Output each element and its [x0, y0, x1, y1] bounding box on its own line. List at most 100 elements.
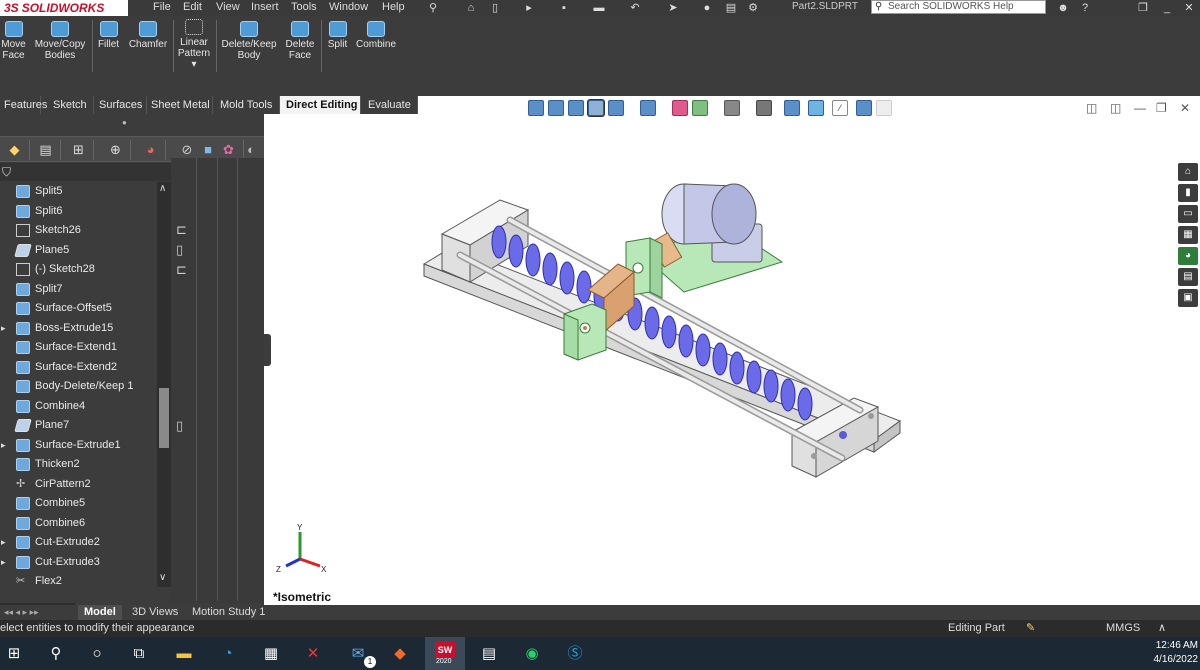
help-search-input[interactable]: ⚲ Search SOLIDWORKS Help — [871, 0, 1046, 14]
tab-model[interactable]: Model — [78, 605, 122, 620]
units-chevron-icon[interactable]: ∧ — [1158, 620, 1166, 637]
tree-filter[interactable]: ⛉ — [0, 163, 171, 181]
cortana-icon[interactable]: ○ — [87, 644, 107, 664]
taskbar-clock[interactable]: 12:46 AM 4/16/2022 — [1148, 639, 1199, 667]
expand-arrow-icon[interactable]: ▸ — [1, 553, 6, 573]
solidworks-taskbar-button[interactable]: SW 2020 — [425, 637, 465, 670]
tree-item[interactable]: Body-Delete/Keep 1 — [0, 377, 157, 397]
new-document-icon[interactable]: ▯ — [488, 1, 502, 15]
panel-grip-icon[interactable]: ● — [122, 118, 127, 127]
tree-item[interactable]: Split6 — [0, 202, 157, 222]
save-icon[interactable]: ▪ — [557, 1, 571, 15]
menu-help[interactable]: Help — [382, 0, 405, 16]
property-manager-tab-icon[interactable]: ▤ — [31, 140, 61, 160]
scene-icon[interactable]: ◐ — [236, 140, 266, 160]
tree-item[interactable]: Split7 — [0, 280, 157, 300]
tree-item[interactable]: ✢ CirPattern2 — [0, 475, 157, 495]
tab-surfaces[interactable]: Surfaces — [94, 96, 147, 114]
menu-insert[interactable]: Insert — [251, 0, 279, 16]
expand-arrow-icon[interactable]: ▸ — [1, 533, 6, 553]
linear-pattern-button[interactable]: Linear Pattern ▾ — [175, 17, 213, 70]
chevron-down-icon[interactable]: ▾ — [191, 59, 196, 70]
store-icon[interactable]: ▦ — [261, 644, 281, 664]
combine-button[interactable]: Combine — [354, 19, 398, 50]
pin-icon[interactable]: ⚲ — [426, 1, 440, 15]
tree-item[interactable]: ▸ Surface-Extrude1 — [0, 436, 157, 456]
options-gear-icon[interactable]: ⚙ — [746, 1, 760, 15]
brave-browser-icon[interactable]: ◆ — [390, 644, 410, 664]
menu-file[interactable]: File — [153, 0, 171, 16]
tree-item[interactable]: Plane5 — [0, 241, 157, 261]
feature-manager-tab-icon[interactable]: ◆ — [0, 140, 30, 160]
configuration-manager-tab-icon[interactable]: ⊞ — [64, 140, 94, 160]
fillet-button[interactable]: Fillet — [95, 19, 122, 50]
tree-item[interactable]: Split5 — [0, 182, 157, 202]
tab-3d-views[interactable]: 3D Views — [126, 605, 184, 620]
print-icon[interactable]: ▬ — [592, 1, 606, 15]
rebuild-icon[interactable]: ● — [700, 1, 714, 15]
display-manager-tab-icon[interactable]: ◕ — [136, 140, 166, 160]
menu-tools[interactable]: Tools — [291, 0, 317, 16]
scroll-down-icon[interactable]: ∨ — [159, 572, 166, 583]
tab-scroll-arrows-icon[interactable]: ◂◂ ◂ ▸ ▸▸ — [4, 607, 39, 618]
tree-item[interactable]: Sketch26 — [0, 221, 157, 241]
tree-item[interactable]: Thicken2 — [0, 455, 157, 475]
menu-window[interactable]: Window — [329, 0, 368, 16]
restore-window-icon[interactable]: ❐ — [1136, 1, 1150, 15]
app-x-icon[interactable]: ✕ — [303, 644, 323, 664]
tab-features[interactable]: Features — [0, 96, 47, 114]
menu-edit[interactable]: Edit — [183, 0, 202, 16]
close-window-icon[interactable]: ✕ — [1182, 1, 1196, 15]
tree-item[interactable]: Surface-Offset5 — [0, 299, 157, 319]
expand-arrow-icon[interactable]: ▸ — [1, 436, 6, 456]
tree-item[interactable]: Combine6 — [0, 514, 157, 534]
whatsapp-icon[interactable]: ◉ — [522, 644, 542, 664]
expand-arrow-icon[interactable]: ▸ — [1, 319, 6, 339]
move-face-button[interactable]: Move Face — [0, 19, 27, 61]
tree-item[interactable]: ✂ Flex2 — [0, 572, 157, 587]
file-explorer-icon[interactable]: ▬ — [174, 644, 194, 664]
viewport-restore-icon[interactable]: ❐ — [1156, 101, 1167, 115]
tab-direct-editing[interactable]: Direct Editing — [280, 96, 361, 114]
tree-item[interactable]: Plane7 — [0, 416, 157, 436]
tree-item[interactable]: Surface-Extend2 — [0, 358, 157, 378]
scroll-up-icon[interactable]: ∧ — [159, 183, 166, 194]
calculator-icon[interactable]: ▤ — [479, 644, 499, 664]
tree-scrollbar[interactable]: ∧ ∨ — [157, 182, 171, 587]
tree-item[interactable]: ▸ Cut-Extrude3 — [0, 553, 157, 573]
tab-mold-tools[interactable]: Mold Tools — [213, 96, 280, 114]
file-properties-icon[interactable]: ▤ — [724, 1, 738, 15]
move-copy-bodies-button[interactable]: Move/Copy Bodies — [32, 19, 88, 61]
tab-motion-study[interactable]: Motion Study 1 — [186, 605, 271, 620]
tab-evaluate[interactable]: Evaluate — [361, 96, 418, 114]
tree-item[interactable]: ▸ Cut-Extrude2 — [0, 533, 157, 553]
tab-sketch[interactable]: Sketch — [41, 96, 94, 114]
viewport-minimize-icon[interactable]: — — [1134, 101, 1146, 115]
undo-icon[interactable]: ↶ — [628, 1, 642, 15]
tree-item[interactable]: Surface-Extend1 — [0, 338, 157, 358]
solidworks-logo[interactable]: 3S SOLIDWORKS — [0, 0, 128, 16]
viewport-expand-icon[interactable]: ◫ — [1086, 101, 1097, 115]
filter-icon[interactable]: ⛉ — [2, 165, 11, 179]
skype-icon[interactable]: Ⓢ — [565, 644, 585, 664]
scrollbar-thumb[interactable] — [159, 388, 169, 448]
tree-item[interactable]: Combine5 — [0, 494, 157, 514]
tab-sheet-metal[interactable]: Sheet Metal — [147, 96, 213, 114]
rebuild-status-icon[interactable]: ✎ — [1026, 620, 1035, 637]
tree-item[interactable]: ▸ Boss-Extrude15 — [0, 319, 157, 339]
task-view-icon[interactable]: ⧉ — [129, 644, 149, 664]
chamfer-button[interactable]: Chamfer — [126, 19, 170, 50]
home-icon[interactable]: ⌂ — [464, 1, 478, 15]
minimize-window-icon[interactable]: _ — [1160, 1, 1174, 15]
open-icon[interactable]: ▸ — [522, 1, 536, 15]
delete-keep-body-button[interactable]: Delete/Keep Body — [220, 19, 278, 61]
menu-view[interactable]: View — [216, 0, 240, 16]
dimxpert-tab-icon[interactable]: ⊕ — [101, 140, 131, 160]
help-question-icon[interactable]: ? — [1078, 1, 1092, 15]
status-units[interactable]: MMGS — [1106, 620, 1140, 637]
select-arrow-icon[interactable]: ➤ — [666, 1, 680, 15]
tree-item[interactable]: (-) Sketch28 — [0, 260, 157, 280]
viewport-close-icon[interactable]: ✕ — [1180, 101, 1190, 115]
user-icon[interactable]: ☻ — [1056, 1, 1070, 15]
delete-face-button[interactable]: Delete Face — [283, 19, 317, 61]
